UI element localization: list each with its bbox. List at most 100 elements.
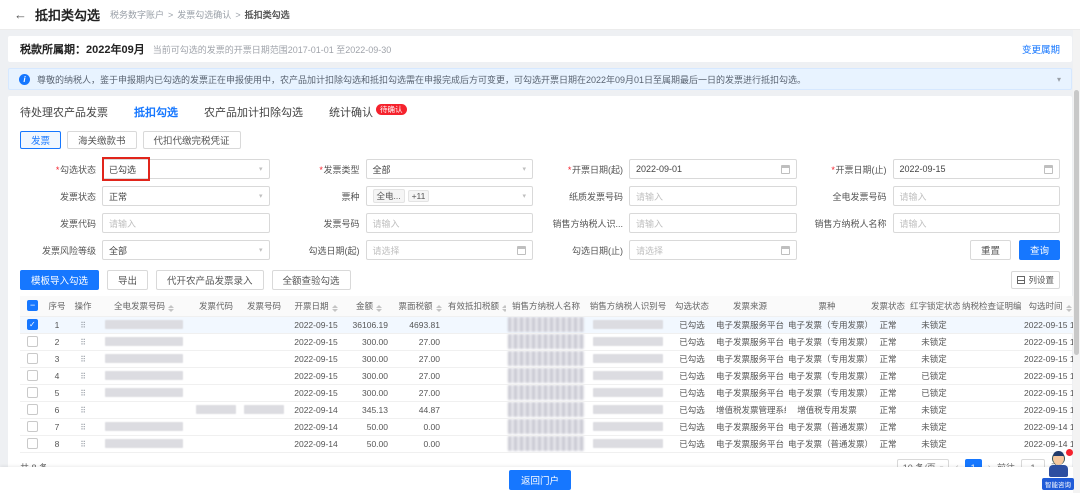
input-发票代码[interactable]: 请输入 (102, 213, 270, 233)
input-纸质发票号码[interactable]: 请输入 (629, 186, 797, 206)
input-销售方纳税人名称[interactable]: 请输入 (893, 213, 1061, 233)
invoice-status: 正常 (868, 350, 908, 367)
invoice-number (240, 367, 288, 384)
row-checkbox[interactable] (27, 387, 38, 398)
row-checkbox[interactable] (27, 404, 38, 415)
filter-label: 勾选日期(起) (284, 244, 366, 257)
chevron-down-icon: ▾ (259, 246, 263, 254)
toolbar-button-全额查验勾选[interactable]: 全额查验勾选 (272, 270, 351, 290)
toolbar-button-导出[interactable]: 导出 (107, 270, 148, 290)
subtab-发票[interactable]: 发票 (20, 131, 61, 149)
seller-tax-number (586, 333, 670, 350)
row-checkbox[interactable] (27, 421, 38, 432)
row-action-cell[interactable]: ⠿ (70, 367, 96, 384)
assistant-mascot[interactable]: 智能咨询 (1042, 452, 1074, 490)
column-header-select[interactable] (20, 296, 44, 316)
input-全电发票号码[interactable]: 请输入 (893, 186, 1061, 206)
select-勾选日期(起)[interactable]: 请选择 (366, 240, 534, 260)
tab-抵扣勾选[interactable]: 抵扣勾选 (134, 104, 178, 120)
column-header-票面税额[interactable]: 票面税额 (394, 296, 446, 316)
detail-icon[interactable]: ⠿ (80, 423, 86, 432)
input-发票号码[interactable]: 请输入 (366, 213, 534, 233)
row-checkbox-cell[interactable] (20, 316, 44, 333)
tab-统计确认[interactable]: 统计确认待确认 (329, 104, 407, 120)
filter-field-勾选状态: *勾选状态已勾选▾ (20, 159, 270, 179)
select-发票状态[interactable]: 正常▾ (102, 186, 270, 206)
select-勾选状态[interactable]: 已勾选▾ (102, 159, 270, 179)
lock-status: 未锁定 (908, 418, 960, 435)
row-checkbox[interactable] (27, 353, 38, 364)
row-checkbox[interactable] (27, 370, 38, 381)
row-checkbox-cell[interactable] (20, 350, 44, 367)
detail-icon[interactable]: ⠿ (80, 338, 86, 347)
row-checkbox[interactable] (27, 319, 38, 330)
change-period-link[interactable]: 变更属期 (1022, 42, 1060, 56)
detail-icon[interactable]: ⠿ (80, 440, 86, 449)
row-checkbox-cell[interactable] (20, 435, 44, 452)
select-发票风险等级[interactable]: 全部▾ (102, 240, 270, 260)
select-票种[interactable]: 全电...+11▾ (366, 186, 534, 206)
detail-icon[interactable]: ⠿ (80, 406, 86, 415)
detail-icon[interactable]: ⠿ (80, 389, 86, 398)
tab-农产品加计扣除勾选[interactable]: 农产品加计扣除勾选 (204, 104, 303, 120)
date-value: 请选择 (373, 244, 400, 257)
column-header-金额[interactable]: 金额 (344, 296, 394, 316)
column-header-发票来源: 发票来源 (714, 296, 786, 316)
check-status: 已勾选 (670, 401, 714, 418)
back-arrow-icon[interactable]: ← (14, 7, 27, 22)
column-settings-button[interactable]: 列设置 (1011, 271, 1060, 289)
sort-up-icon (332, 305, 338, 308)
search-button[interactable]: 查询 (1019, 240, 1060, 260)
sort-icon[interactable] (168, 305, 174, 312)
filter-field-开票日期(止): *开票日期(止)2022-09-15 (811, 159, 1061, 179)
row-checkbox[interactable] (27, 438, 38, 449)
scrollbar-thumb[interactable] (1074, 90, 1079, 355)
page-scrollbar[interactable] (1073, 30, 1080, 493)
select-发票类型[interactable]: 全部▾ (366, 159, 534, 179)
row-checkbox[interactable] (27, 336, 38, 347)
return-portal-button[interactable]: 返回门户 (509, 470, 571, 490)
issue-date: 2022-09-15 (288, 350, 344, 367)
row-checkbox-cell[interactable] (20, 367, 44, 384)
tab-待处理农产品发票[interactable]: 待处理农产品发票 (20, 104, 108, 120)
toolbar-button-模板导入勾选[interactable]: 模板导入勾选 (20, 270, 99, 290)
sort-icon[interactable] (436, 305, 442, 312)
detail-icon[interactable]: ⠿ (80, 355, 86, 364)
detail-icon[interactable]: ⠿ (80, 321, 86, 330)
input-销售方纳税人识...[interactable]: 请输入 (629, 213, 797, 233)
row-action-cell[interactable]: ⠿ (70, 435, 96, 452)
column-header-有效抵扣税额[interactable]: 有效抵扣税额 (446, 296, 506, 316)
select-开票日期(止)[interactable]: 2022-09-15 (893, 159, 1061, 179)
seller-name (506, 435, 586, 452)
sort-icon[interactable] (332, 305, 338, 312)
row-action-cell[interactable]: ⠿ (70, 384, 96, 401)
row-action-cell[interactable]: ⠿ (70, 333, 96, 350)
sort-icon[interactable] (502, 305, 506, 312)
row-checkbox-cell[interactable] (20, 333, 44, 350)
seller-name (506, 350, 586, 367)
select-all-checkbox[interactable] (27, 300, 38, 311)
row-action-cell[interactable]: ⠿ (70, 418, 96, 435)
reset-button[interactable]: 重置 (970, 240, 1011, 260)
column-header-勾选时间[interactable]: 勾选时间 (1022, 296, 1078, 316)
date-value: 请选择 (636, 244, 663, 257)
row-action-cell[interactable]: ⠿ (70, 350, 96, 367)
row-action-cell[interactable]: ⠿ (70, 316, 96, 333)
sort-icon[interactable] (1066, 305, 1072, 312)
subtab-代扣代缴完税凭证[interactable]: 代扣代缴完税凭证 (143, 131, 241, 149)
row-checkbox-cell[interactable] (20, 418, 44, 435)
breadcrumb-item[interactable]: 发票勾选确认 (177, 8, 231, 21)
select-勾选日期(止)[interactable]: 请选择 (629, 240, 797, 260)
row-checkbox-cell[interactable] (20, 384, 44, 401)
row-checkbox-cell[interactable] (20, 401, 44, 418)
toolbar-button-代开农产品发票录入[interactable]: 代开农产品发票录入 (156, 270, 264, 290)
row-action-cell[interactable]: ⠿ (70, 401, 96, 418)
column-header-开票日期[interactable]: 开票日期 (288, 296, 344, 316)
select-开票日期(起)[interactable]: 2022-09-01 (629, 159, 797, 179)
column-header-全电发票号码[interactable]: 全电发票号码 (96, 296, 192, 316)
subtab-海关缴款书[interactable]: 海关缴款书 (67, 131, 137, 149)
sort-icon[interactable] (376, 305, 382, 312)
breadcrumb-item[interactable]: 税务数字账户 (110, 8, 164, 21)
banner-collapse-icon[interactable]: ▾ (1057, 75, 1061, 84)
detail-icon[interactable]: ⠿ (80, 372, 86, 381)
